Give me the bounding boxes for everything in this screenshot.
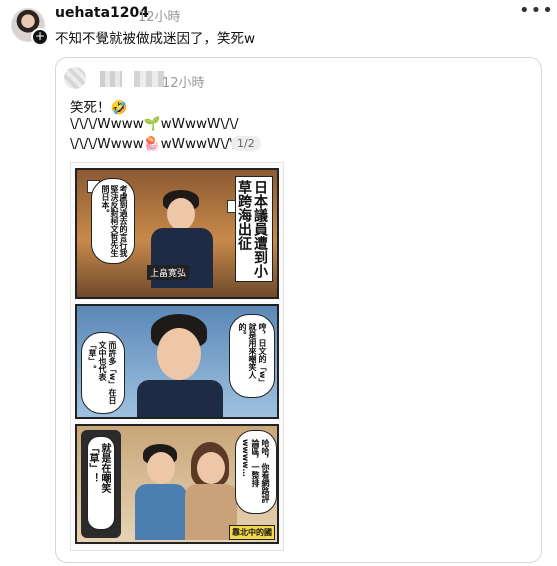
phone: 就是在嘲笑「草」！ — [81, 430, 121, 538]
watermark: 靠北中的國 — [229, 525, 275, 540]
comic-panel-1: 考慮到過去的言行我堅決反對柯文哲先生問日本。 上畠寛弘 日本議員遭到小草跨海出征 — [75, 168, 279, 299]
speech-bubble: 就是在嘲笑「草」！ — [87, 436, 115, 530]
quoted-line: \/\/\/Wwww🌱wWwwW\/\/ — [70, 116, 239, 132]
quoted-post[interactable]: 12小時 笑死！🤣 \/\/\/Wwww🌱wWwwW\/\/ \/\/\/Www… — [55, 57, 542, 563]
redacted-name — [100, 71, 122, 87]
name-tag: 上畠寛弘 — [147, 265, 190, 280]
face — [197, 452, 225, 484]
face — [167, 198, 195, 230]
redacted-name — [134, 71, 164, 87]
speech-bubble: 考慮到過去的言行我堅決反對柯文哲先生問日本。 — [91, 178, 135, 264]
comic-title: 日本議員遭到小草跨海出征 — [235, 176, 273, 282]
post-text: 不知不覺就被做成迷因了，笑死w — [55, 31, 256, 47]
comic-panel-2: 而許多「w」在日文中也代表「草」。 哼，日文的「w」就是用來嘲笑人的。 — [75, 304, 279, 419]
comic-panel-3: 就是在嘲笑「草」！ 哈哈，你看網路評論區，一整排wwww… 靠北中的國 — [75, 424, 279, 544]
face — [147, 452, 175, 484]
shirt — [135, 484, 187, 540]
quoted-time[interactable]: 12小時 — [162, 72, 205, 91]
follow-plus-icon[interactable]: + — [31, 28, 49, 46]
suit — [137, 380, 223, 417]
username[interactable]: uehata1204 — [55, 5, 149, 21]
speech-bubble: 哈哈，你看網路評論區，一整排wwww… — [235, 430, 277, 514]
page-indicator: 1/2 — [231, 136, 261, 151]
quoted-avatar[interactable] — [64, 67, 86, 89]
speech-bubble: 哼，日文的「w」就是用來嘲笑人的。 — [229, 314, 275, 398]
post-time[interactable]: 12小時 — [138, 6, 181, 25]
quoted-line: \/\/\/Wwww🪼wWwwW\/\/ — [70, 136, 239, 152]
quoted-line: 笑死！🤣 — [70, 100, 128, 116]
more-icon[interactable]: ••• — [519, 0, 554, 21]
comic-image[interactable]: 考慮到過去的言行我堅決反對柯文哲先生問日本。 上畠寛弘 日本議員遭到小草跨海出征… — [70, 162, 284, 551]
face — [157, 328, 201, 380]
speech-bubble: 而許多「w」在日文中也代表「草」。 — [81, 332, 125, 414]
